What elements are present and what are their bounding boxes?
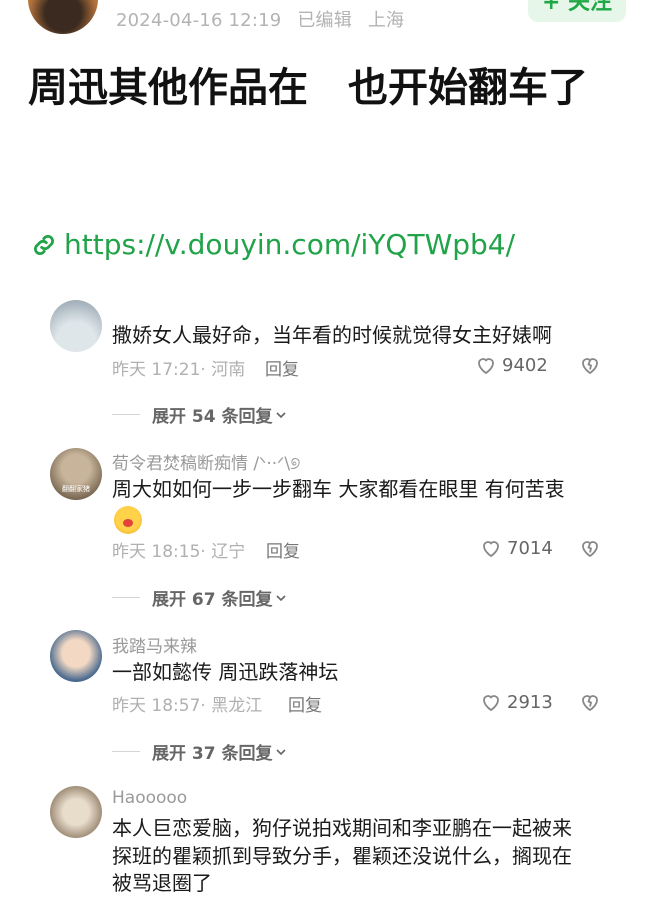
post-link-text: https://v.douyin.com/iYQTWpb4/ <box>64 228 516 261</box>
heart-icon <box>483 695 499 712</box>
like-button[interactable]: 9402 <box>474 353 548 377</box>
heart-icon <box>478 358 494 375</box>
comment-region: 黑龙江 <box>211 696 263 716</box>
heart-icon <box>483 541 499 558</box>
divider <box>112 751 140 752</box>
comment-avatar[interactable] <box>50 300 102 352</box>
comment-avatar[interactable] <box>50 630 102 682</box>
post-location: 上海 <box>367 10 405 31</box>
broken-heart-icon[interactable] <box>578 536 602 560</box>
broken-heart-icon[interactable] <box>578 353 602 377</box>
comment-text-line: 本人巨恋爱脑，狗仔说拍戏期间和李亚鹏在一起被来 <box>112 816 572 840</box>
comment-time: 昨天 18:57 <box>112 696 201 716</box>
like-button[interactable]: 7014 <box>479 536 553 560</box>
divider <box>112 597 140 598</box>
comment-author[interactable]: 我踏马来辣 <box>112 632 197 657</box>
comment-author[interactable]: 荀令君焚稿断痴情 /ᐠ··ᐟ\୭ <box>112 449 300 474</box>
divider <box>112 414 140 415</box>
comment-time-region: 昨天 18:57· 黑龙江 <box>112 696 263 716</box>
comment-region: 辽宁 <box>211 542 246 562</box>
reply-button[interactable]: 回复 <box>265 355 299 380</box>
post-link[interactable]: https://v.douyin.com/iYQTWpb4/ <box>30 228 515 261</box>
avatar-caption: 翻翻家猪 <box>62 485 90 493</box>
expand-label: 展开 67 条回复 <box>152 590 273 610</box>
like-count: 2913 <box>507 691 553 713</box>
author-avatar[interactable] <box>28 0 98 34</box>
post-meta: 2024-04-16 12:19 已编辑 上海 <box>116 6 414 32</box>
comment-text: 一部如懿传 周迅跌落神坛 <box>112 660 339 684</box>
comment-text-line: 被骂退圈了 <box>112 871 212 895</box>
post-title: 周迅其他作品在 也开始翻车了 <box>28 65 588 111</box>
comment-text-line: 探班的瞿颖抓到导致分手，瞿颖还没说什么，搁现在 <box>112 844 572 868</box>
comment-time: 昨天 17:21 <box>112 360 201 380</box>
link-icon <box>33 234 55 255</box>
like-button[interactable]: 2913 <box>479 690 553 714</box>
expand-label: 展开 37 条回复 <box>152 744 273 764</box>
comment-author[interactable]: Haooooo <box>112 788 187 808</box>
post-edited: 已编辑 <box>297 10 352 31</box>
chevron-down-icon <box>275 411 286 418</box>
comment-avatar[interactable] <box>50 786 102 838</box>
like-count: 9402 <box>502 354 548 376</box>
expand-replies-button[interactable]: 展开 37 条回复 <box>112 739 289 764</box>
reply-button[interactable]: 回复 <box>266 537 300 562</box>
comment-avatar[interactable]: 翻翻家猪 <box>50 448 102 500</box>
comment-text: 撒娇女人最好命，当年看的时候就觉得女主好婊啊 <box>112 323 552 347</box>
comment-time: 昨天 18:15 <box>112 542 201 562</box>
chevron-down-icon <box>275 594 286 601</box>
chevron-down-icon <box>275 748 286 755</box>
kiss-emoji-icon <box>114 506 142 534</box>
expand-replies-button[interactable]: 展开 54 条回复 <box>112 402 289 427</box>
comment-time-region: 昨天 17:21· 河南 <box>112 360 246 380</box>
reply-button[interactable]: 回复 <box>288 691 322 716</box>
expand-replies-button[interactable]: 展开 67 条回复 <box>112 585 289 610</box>
broken-heart-icon[interactable] <box>578 690 602 714</box>
comment-text: 周大如如何一步一步翻车 大家都看在眼里 有何苦衷 <box>112 477 565 501</box>
expand-label: 展开 54 条回复 <box>152 407 273 427</box>
comment-region: 河南 <box>211 360 246 380</box>
follow-button[interactable]: + 关注 <box>528 0 626 22</box>
post-date: 2024-04-16 12:19 <box>116 10 282 31</box>
comment-time-region: 昨天 18:15· 辽宁 <box>112 542 246 562</box>
like-count: 7014 <box>507 537 553 559</box>
